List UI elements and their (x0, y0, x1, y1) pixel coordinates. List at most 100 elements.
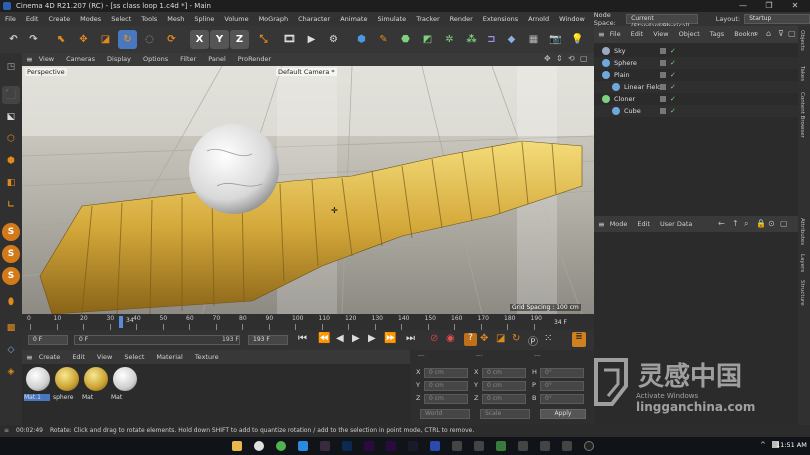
position-field[interactable]: 0 cm (424, 381, 468, 391)
home-icon[interactable]: ⌂ (766, 29, 771, 38)
position-key-icon[interactable]: ✥ (480, 333, 488, 344)
object-name[interactable]: Linear Field (624, 81, 661, 93)
current-frame-field[interactable]: 0 F (74, 335, 240, 345)
keyframe-selection-icon[interactable]: ? (464, 333, 477, 346)
menu-item-window[interactable]: Window (554, 12, 590, 26)
render-view-icon[interactable]: 🎞 (280, 30, 299, 49)
points-mode-icon[interactable]: ⬡ (2, 130, 20, 148)
pla-key-icon[interactable]: ⁙ (544, 333, 552, 344)
object-name[interactable]: Plain (614, 69, 630, 81)
rotation-key-icon[interactable]: ↻ (512, 333, 520, 344)
record-key-icon[interactable]: ⊘ (430, 333, 438, 344)
menu-item-mograph[interactable]: MoGraph (254, 12, 294, 26)
pen-spline-icon[interactable]: ✎ (374, 30, 393, 49)
xd-icon[interactable] (320, 441, 330, 451)
material-name[interactable]: Mat (82, 394, 108, 401)
object-menu-edit[interactable]: Edit (626, 26, 649, 43)
object-menu-object[interactable]: Object (674, 26, 705, 43)
size-field[interactable]: 0 cm (482, 368, 526, 378)
apply-button[interactable]: Apply (540, 409, 586, 419)
rotation-field[interactable]: 0° (540, 394, 584, 404)
visibility-toggle-icon[interactable] (660, 84, 666, 90)
attributes-menu-icon[interactable]: ≡ (598, 220, 605, 229)
material-menu-edit[interactable]: Edit (66, 350, 91, 364)
visibility-toggle-icon[interactable] (660, 48, 666, 54)
menu-item-extensions[interactable]: Extensions (478, 12, 523, 26)
size-field[interactable]: 0 cm (482, 381, 526, 391)
previous-frame-icon[interactable]: ◀ (336, 333, 344, 344)
autokey-icon[interactable]: ◉ (446, 333, 455, 344)
select-arrow-icon[interactable]: ⬉ (52, 30, 71, 49)
app-icon-6[interactable] (562, 441, 572, 451)
layout-dropdown[interactable]: Startup (744, 14, 810, 24)
maximize-button[interactable]: ❐ (756, 0, 782, 12)
viewport-menu-display[interactable]: Display (101, 53, 137, 66)
right-tab-objects[interactable]: Objects (799, 30, 805, 51)
zoom-view-icon[interactable]: ⇕ (556, 54, 563, 63)
position-field[interactable]: 0 cm (424, 368, 468, 378)
enabled-check-icon[interactable]: ✓ (670, 93, 676, 105)
undo-icon[interactable]: ↶ (4, 30, 23, 49)
viewport-menu-panel[interactable]: Panel (202, 53, 232, 66)
menu-item-tools[interactable]: Tools (136, 12, 162, 26)
planar-workplane-icon[interactable]: ◈ (2, 363, 20, 381)
visibility-toggle-icon[interactable] (660, 108, 666, 114)
app-icon-1[interactable] (452, 441, 462, 451)
file-explorer-icon[interactable] (232, 441, 242, 451)
viewport-menu-options[interactable]: Options (137, 53, 174, 66)
render-to-picture-viewer-icon[interactable]: ▶ (302, 30, 321, 49)
app-icon-5[interactable] (540, 441, 550, 451)
new-view-icon[interactable]: ▢ (788, 29, 796, 38)
scale-key-icon[interactable]: ◪ (496, 333, 505, 344)
camera-icon[interactable]: 📷 (546, 30, 565, 49)
model-mode-icon[interactable]: ⬛ (2, 86, 20, 104)
object-menu-file[interactable]: File (605, 26, 626, 43)
subdivision-icon[interactable]: ⬣ (396, 30, 415, 49)
status-menu-icon[interactable]: ≡ (4, 425, 9, 437)
back-arrow-icon[interactable]: ← (718, 219, 725, 228)
timeline-ruler[interactable]: 0 10 20 30 40 50 60 70 80 90 100 110 120 130 140 150 160… (22, 314, 594, 330)
right-tab-content-browser[interactable]: Content Browser (799, 92, 805, 138)
object-row-cloner[interactable]: Cloner ✓ (594, 93, 798, 105)
enabled-check-icon[interactable]: ✓ (670, 69, 676, 81)
attributes-menu-user-data[interactable]: User Data (655, 216, 697, 232)
cloner-icon[interactable]: ✲ (440, 30, 459, 49)
close-button[interactable]: ✕ (782, 0, 808, 12)
material-menu-icon[interactable]: ≡ (26, 353, 33, 362)
object-name[interactable]: Sphere (614, 57, 637, 69)
recent-tool-icon[interactable]: ⟳ (162, 30, 181, 49)
go-to-end-icon[interactable]: ⏭ (406, 333, 415, 344)
mograph-fracture-icon[interactable]: ⁂ (462, 30, 481, 49)
visibility-toggle-icon[interactable] (660, 72, 666, 78)
right-tab-attributes[interactable]: Attributes (799, 218, 805, 245)
minimize-button[interactable]: — (730, 0, 756, 12)
after-effects-icon[interactable] (386, 441, 396, 451)
photoshop-icon[interactable] (342, 441, 352, 451)
chrome-icon[interactable] (276, 441, 286, 451)
camera-label[interactable]: Default Camera * (276, 68, 337, 76)
next-frame-icon[interactable]: ▶ (368, 333, 376, 344)
floor-icon[interactable]: ▦ (524, 30, 543, 49)
enabled-check-icon[interactable]: ✓ (670, 57, 676, 69)
visibility-toggle-icon[interactable] (660, 96, 666, 102)
object-row-sky[interactable]: Sky ✓ (594, 45, 798, 57)
field-icon[interactable]: ◆ (502, 30, 521, 49)
viewport-menu-filter[interactable]: Filter (174, 53, 202, 66)
material-menu-select[interactable]: Select (118, 350, 150, 364)
material-name[interactable]: Mat.1 (24, 394, 50, 401)
object-row-cube[interactable]: Cube ✓ (594, 105, 798, 117)
move-view-icon[interactable]: ✥ (544, 54, 551, 63)
deformer-icon[interactable]: ⊐ (482, 30, 501, 49)
object-menu-tags[interactable]: Tags (705, 26, 729, 43)
menu-item-create[interactable]: Create (43, 12, 75, 26)
make-editable-icon[interactable]: ◳ (2, 58, 20, 76)
browser-icon[interactable] (254, 441, 264, 451)
attr-search-icon[interactable]: ⌕ (744, 219, 748, 229)
viewport-menu-icon[interactable]: ≡ (26, 55, 33, 64)
solo-icon[interactable]: ▩ (2, 319, 20, 337)
start-frame-field[interactable]: 0 F (28, 335, 68, 345)
size-mode-dropdown[interactable]: Scale (480, 409, 530, 419)
lock-icon[interactable]: 🔒 (756, 219, 766, 228)
menu-item-mesh[interactable]: Mesh (162, 12, 189, 26)
rotation-field[interactable]: 0° (540, 381, 584, 391)
